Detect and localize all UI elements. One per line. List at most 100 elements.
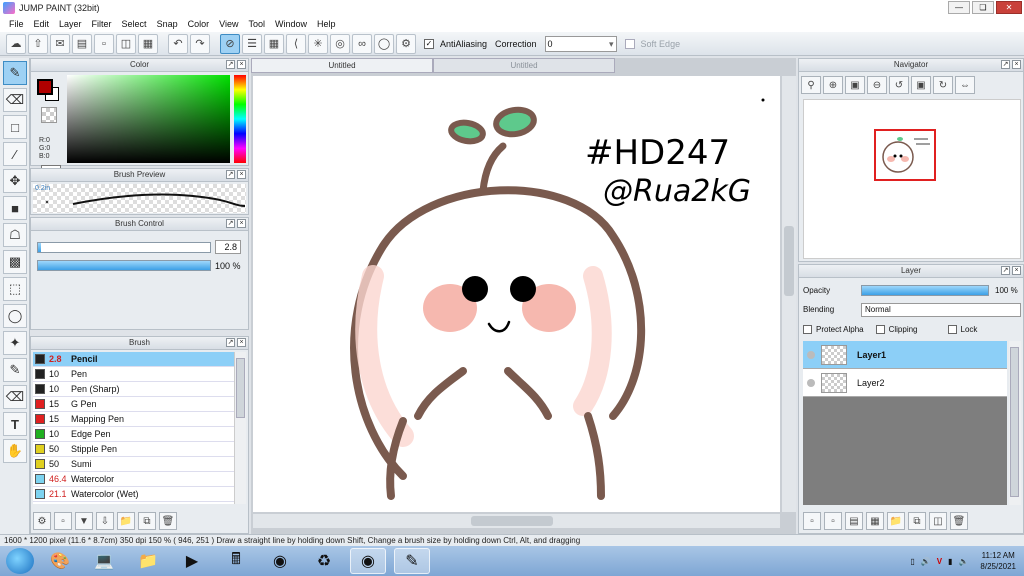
zoom-in-icon[interactable]: ⊕ <box>823 76 843 94</box>
calculator-icon[interactable]: 🖩 <box>218 548 254 574</box>
chrome-icon[interactable]: ◉ <box>262 548 298 574</box>
folder-icon[interactable]: 📁 <box>130 548 166 574</box>
undock-icon[interactable]: ↗ <box>1001 60 1010 69</box>
minimize-button[interactable]: — <box>948 1 970 14</box>
brush-row[interactable]: 15 G Pen <box>33 397 234 412</box>
text-tool-icon[interactable]: T <box>3 412 27 436</box>
jump-paint-taskbar-icon[interactable]: ✎ <box>394 548 430 574</box>
layer-8bit-icon[interactable]: ▤ <box>845 512 863 530</box>
scroll-thumb[interactable] <box>236 358 245 418</box>
brush-row[interactable]: 15 Mapping Pen <box>33 412 234 427</box>
undock-icon[interactable]: ↗ <box>226 170 235 179</box>
brush-row[interactable]: 2.8 Pencil <box>33 352 234 367</box>
brush-tool-icon[interactable]: ✎ <box>3 61 27 85</box>
lasso-tool-icon[interactable]: ◯ <box>3 304 27 328</box>
scroll-thumb[interactable] <box>784 226 794 296</box>
battery-icon[interactable]: ▯ <box>910 557 914 566</box>
brush-row[interactable]: 10 Pen <box>33 367 234 382</box>
undock-icon[interactable]: ↗ <box>1001 266 1010 275</box>
navigator-preview[interactable] <box>803 99 1021 259</box>
navigator-viewport-frame[interactable] <box>874 129 936 181</box>
volume-icon[interactable]: 🔊 <box>921 557 931 566</box>
chrome-open-icon[interactable]: ◉ <box>350 548 386 574</box>
copy-brush-icon[interactable]: ⧉ <box>138 512 156 530</box>
canvas-horizontal-scrollbar[interactable] <box>253 514 780 528</box>
select-pen-icon[interactable]: ✎ <box>3 358 27 382</box>
menu-view[interactable]: View <box>214 19 243 29</box>
brush-opacity-slider[interactable] <box>37 260 211 271</box>
antivirus-icon[interactable]: V <box>937 557 942 566</box>
brush-row[interactable]: 10 Pen (Sharp) <box>33 382 234 397</box>
fit-window-icon[interactable]: ▣ <box>845 76 865 94</box>
zoom-out-icon[interactable]: ⊖ <box>867 76 887 94</box>
media-player-icon[interactable]: ▶ <box>174 548 210 574</box>
select-rect-icon[interactable]: ⬚ <box>3 277 27 301</box>
antialiasing-checkbox[interactable]: ✓ <box>424 38 434 49</box>
redo-icon[interactable]: ↷ <box>190 33 210 54</box>
rectangle-select-icon[interactable]: □ <box>3 115 27 139</box>
network-icon[interactable]: ▮ <box>948 557 952 566</box>
menu-snap[interactable]: Snap <box>152 19 183 29</box>
panel-close-icon[interactable]: × <box>237 219 246 228</box>
undock-icon[interactable]: ↗ <box>226 219 235 228</box>
paint-app-icon[interactable]: 🎨 <box>42 548 78 574</box>
cloud-icon[interactable]: ☁ <box>6 33 26 54</box>
halftone-layer-icon[interactable]: ▦ <box>866 512 884 530</box>
new-brush-icon[interactable]: ▫ <box>54 512 72 530</box>
brush-size-value[interactable]: 2.8 <box>215 240 241 254</box>
bucket-tool-icon[interactable]: ☖ <box>3 223 27 247</box>
drawing-canvas[interactable]: #HD247 @Rua2kG <box>253 76 780 512</box>
lock-checkbox[interactable] <box>947 325 957 334</box>
magic-wand-icon[interactable]: ✦ <box>3 331 27 355</box>
brush-row[interactable]: 46.4 Watercolor <box>33 472 234 487</box>
menu-edit[interactable]: Edit <box>29 19 55 29</box>
panel-close-icon[interactable]: × <box>237 60 246 69</box>
curve-snap-icon[interactable]: ∞ <box>352 33 372 54</box>
menu-window[interactable]: Window <box>270 19 312 29</box>
menu-select[interactable]: Select <box>117 19 152 29</box>
folder-icon[interactable]: 📁 <box>887 512 905 530</box>
brush-settings-icon[interactable]: ⚙ <box>33 512 51 530</box>
visibility-icon[interactable] <box>807 378 815 387</box>
delete-brush-icon[interactable]: 🗑 <box>159 512 177 530</box>
eraser-tool-icon[interactable]: ⌫ <box>3 88 27 112</box>
move-tool-icon[interactable]: ✥ <box>3 169 27 193</box>
blending-select[interactable]: Normal <box>861 303 1021 317</box>
zoom-fit-icon[interactable]: ⚲ <box>801 76 821 94</box>
undo-icon[interactable]: ↶ <box>168 33 188 54</box>
menu-tool[interactable]: Tool <box>243 19 270 29</box>
concentric-snap-icon[interactable]: ◎ <box>330 33 350 54</box>
menu-layer[interactable]: Layer <box>54 19 87 29</box>
parallel-snap-icon[interactable]: ☰ <box>242 33 262 54</box>
select-eraser-icon[interactable]: ⌫ <box>3 385 27 409</box>
gradient-tool-icon[interactable]: ▩ <box>3 250 27 274</box>
flip-horizontal-icon[interactable]: ⇔ <box>955 76 975 94</box>
clipping-checkbox[interactable] <box>875 325 885 334</box>
menu-help[interactable]: Help <box>312 19 341 29</box>
hand-tool-icon[interactable]: ✋ <box>3 439 27 463</box>
snap-off-icon[interactable]: ⊘ <box>220 33 240 54</box>
menu-file[interactable]: File <box>4 19 29 29</box>
maximize-button[interactable]: ❏ <box>972 1 994 14</box>
panel-close-icon[interactable]: × <box>237 170 246 179</box>
brush-list-scrollbar[interactable] <box>234 352 246 504</box>
brush-size-slider[interactable] <box>37 242 211 253</box>
window-icon[interactable]: ▤ <box>72 33 92 54</box>
new-layer-icon[interactable]: ▫ <box>803 512 821 530</box>
panel-close-icon[interactable]: × <box>1012 60 1021 69</box>
brush-row[interactable]: 50 Stipple Pen <box>33 442 234 457</box>
cross-snap-icon[interactable]: ▦ <box>264 33 284 54</box>
hue-slider[interactable] <box>234 75 246 163</box>
computer-icon[interactable]: 💻 <box>86 548 122 574</box>
sound-icon[interactable]: 🔈 <box>958 557 968 566</box>
correction-select[interactable]: 0 <box>544 35 617 52</box>
rotate-right-icon[interactable]: ↻ <box>933 76 953 94</box>
close-button[interactable]: ✕ <box>996 1 1022 14</box>
upload-icon[interactable]: ⇧ <box>28 33 48 54</box>
folder-icon[interactable]: 📁 <box>117 512 135 530</box>
circle-snap-icon[interactable]: ◯ <box>374 33 394 54</box>
brush-menu-icon[interactable]: ▼ <box>75 512 93 530</box>
line-tool-icon[interactable]: ∕ <box>3 142 27 166</box>
clock[interactable]: 11:12 AM 8/25/2021 <box>980 550 1016 572</box>
scroll-thumb[interactable] <box>471 516 553 526</box>
